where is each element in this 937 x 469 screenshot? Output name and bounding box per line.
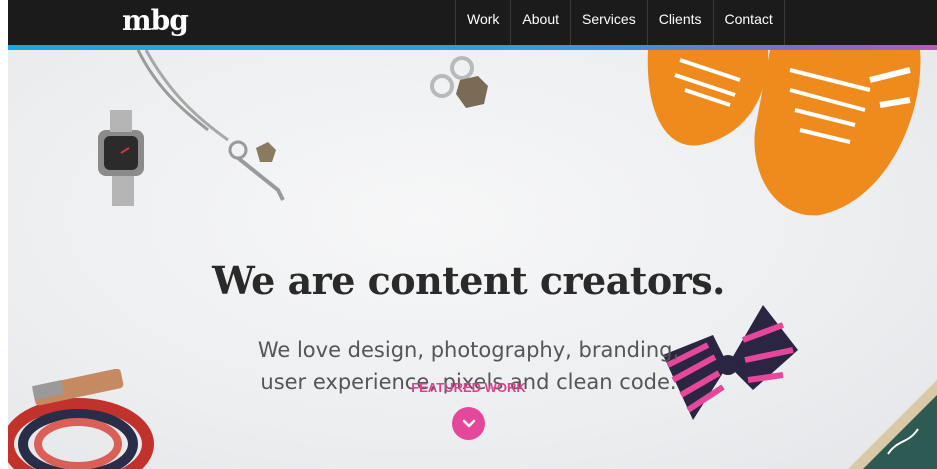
featured-work-button[interactable] <box>452 407 485 440</box>
hero-headline: We are content creators. <box>212 258 725 303</box>
hero-subline-1: We love design, photography, branding, <box>257 338 680 362</box>
nav-item-clients[interactable]: Clients <box>646 0 713 45</box>
main-nav: Work About Services Clients Contact <box>455 0 785 45</box>
nav-item-services[interactable]: Services <box>570 0 647 45</box>
site-logo[interactable]: mbg <box>122 4 189 37</box>
nav-item-about[interactable]: About <box>510 0 570 45</box>
featured-work-link[interactable]: FEATURED WORK <box>0 380 937 395</box>
nav-item-work[interactable]: Work <box>455 0 510 45</box>
orange-sneakers-photo <box>647 50 921 216</box>
header-accent-strip <box>8 45 937 50</box>
page-left-edge <box>0 0 8 469</box>
watch-and-keys-photo <box>98 50 285 206</box>
nav-item-contact[interactable]: Contact <box>712 0 785 45</box>
chevron-down-icon <box>462 419 475 427</box>
rings-photo <box>430 56 488 108</box>
hero-section: We are content creators. We love design,… <box>8 50 937 469</box>
